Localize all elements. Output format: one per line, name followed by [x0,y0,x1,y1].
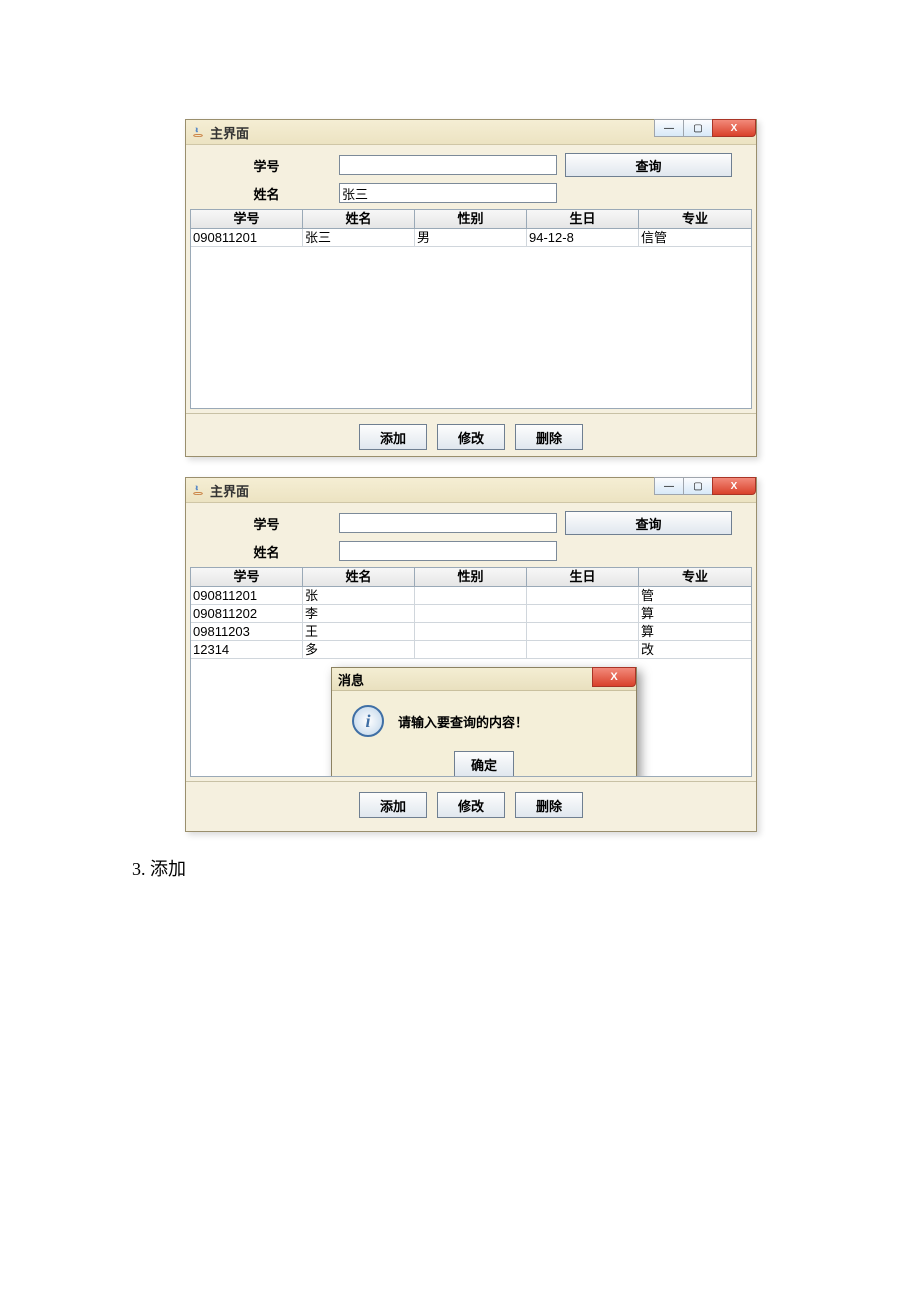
edit-button[interactable]: 修改 [437,792,505,818]
titlebar[interactable]: 主界面 — ▢ X [186,478,756,503]
label-id: 学号 [194,514,339,533]
th-birth: 生日 [527,210,639,228]
add-button[interactable]: 添加 [359,792,427,818]
dialog-close-button[interactable]: X [592,667,636,687]
table-row[interactable]: 090811201张管 [191,587,751,605]
th-id: 学号 [191,568,303,586]
section-heading: 3. 添加 [132,855,186,881]
window-buttons: — ▢ X [655,119,756,137]
input-name[interactable] [339,183,557,203]
dialog-ok-button[interactable]: 确定 [454,751,514,777]
edit-button[interactable]: 修改 [437,424,505,450]
minimize-button[interactable]: — [654,477,684,495]
dialog-titlebar[interactable]: 消息 X [332,668,636,691]
data-table[interactable]: 学号 姓名 性别 生日 专业 090811201张管 090811202李算 0… [190,567,752,777]
input-name[interactable] [339,541,557,561]
close-button[interactable]: X [712,119,756,137]
table-row[interactable]: 090811201 张三 男 94-12-8 信管 [191,229,751,247]
maximize-button[interactable]: ▢ [683,477,713,495]
th-sex: 性别 [415,210,527,228]
window-title: 主界面 [210,123,249,142]
delete-button[interactable]: 删除 [515,424,583,450]
label-name: 姓名 [194,184,339,203]
table-row[interactable]: 12314多改 [191,641,751,659]
add-button[interactable]: 添加 [359,424,427,450]
query-button[interactable]: 查询 [565,153,732,177]
th-id: 学号 [191,210,303,228]
window-buttons: — ▢ X [655,477,756,495]
java-icon [190,482,206,498]
delete-button[interactable]: 删除 [515,792,583,818]
input-id[interactable] [339,155,557,175]
data-table[interactable]: 学号 姓名 性别 生日 专业 090811201 张三 男 94-12-8 信管 [190,209,752,409]
th-name: 姓名 [303,568,415,586]
th-birth: 生日 [527,568,639,586]
message-dialog: 消息 X i 请输入要查询的内容！ 确定 [331,667,637,777]
label-name: 姓名 [194,542,339,561]
info-icon: i [352,705,384,737]
input-id[interactable] [339,513,557,533]
window-main-2: 主界面 — ▢ X 学号 查询 姓名 学号 姓名 性别 生日 [185,477,757,832]
label-id: 学号 [194,156,339,175]
th-major: 专业 [639,568,751,586]
minimize-button[interactable]: — [654,119,684,137]
titlebar[interactable]: 主界面 — ▢ X [186,120,756,145]
table-row[interactable]: 09811203王算 [191,623,751,641]
query-button[interactable]: 查询 [565,511,732,535]
maximize-button[interactable]: ▢ [683,119,713,137]
window-main-1: 主界面 — ▢ X 学号 查询 姓名 学号 姓名 性别 生日 [185,119,757,457]
java-icon [190,124,206,140]
close-button[interactable]: X [712,477,756,495]
table-row[interactable]: 090811202李算 [191,605,751,623]
window-title: 主界面 [210,481,249,500]
dialog-title: 消息 [338,670,364,689]
th-name: 姓名 [303,210,415,228]
dialog-message: 请输入要查询的内容！ [398,712,528,731]
th-major: 专业 [639,210,751,228]
th-sex: 性别 [415,568,527,586]
